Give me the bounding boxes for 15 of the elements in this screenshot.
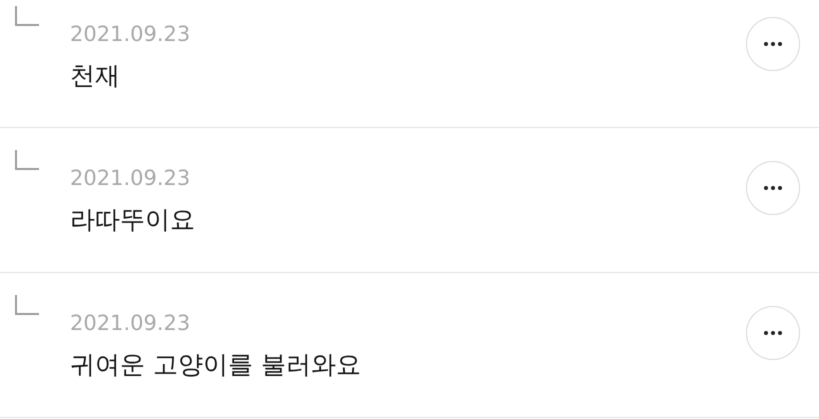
more-button[interactable]: [746, 17, 800, 71]
reply-icon: [15, 295, 39, 315]
more-button[interactable]: [746, 306, 800, 360]
reply-date: 2021.09.23: [70, 21, 192, 47]
reply-text: 라따뚜이요: [70, 204, 196, 236]
reply-icon: [15, 6, 39, 26]
more-icon: [764, 186, 782, 190]
more-icon: [764, 42, 782, 46]
reply-date: 2021.09.23: [70, 310, 192, 336]
reply-text: 천재: [70, 60, 121, 92]
reply-icon: [15, 150, 39, 170]
more-button[interactable]: [746, 161, 800, 215]
reply-text: 귀여운 고양이를 불러와요: [70, 349, 362, 381]
more-icon: [764, 331, 782, 335]
reply-date: 2021.09.23: [70, 165, 192, 191]
